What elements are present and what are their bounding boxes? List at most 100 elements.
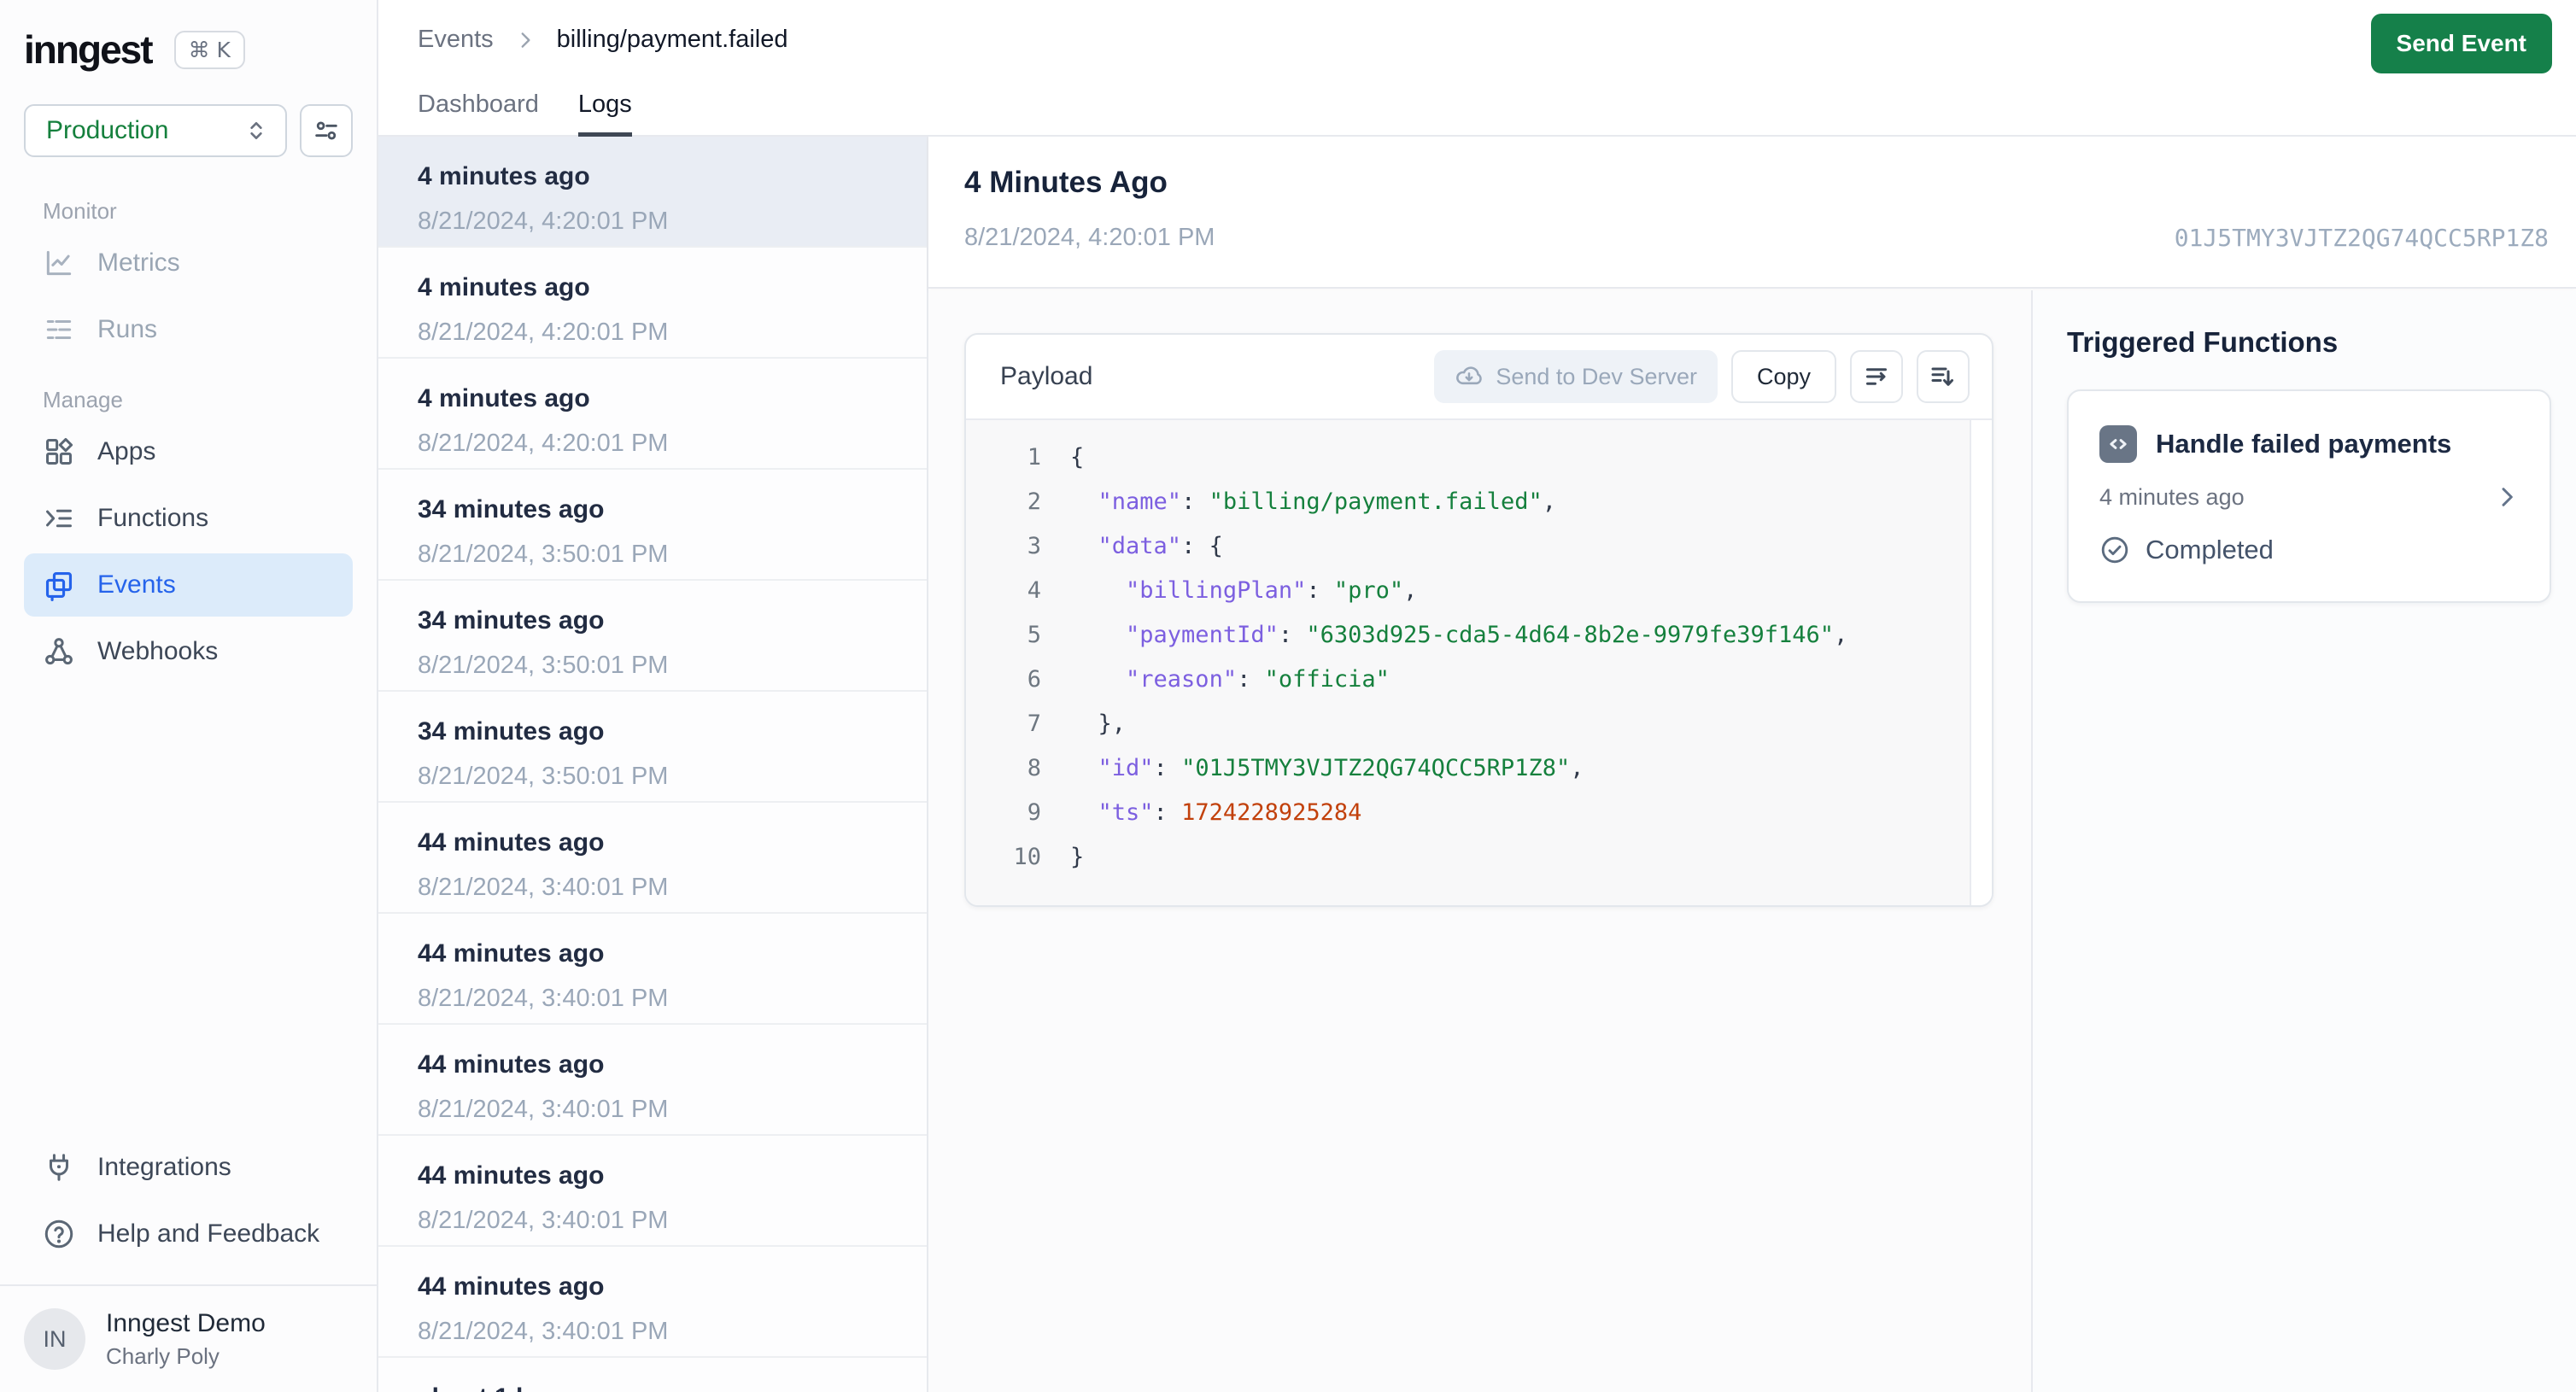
code-line: 3 "data": { [966,524,1992,569]
tab-dashboard[interactable]: Dashboard [418,91,539,137]
sidebar-item-label: Metrics [97,249,180,277]
event-list-item[interactable]: 44 minutes ago 8/21/2024, 3:40:01 PM [378,803,927,914]
sidebar-item-webhooks[interactable]: Webhooks [24,620,353,683]
event-timestamp: 8/21/2024, 3:50:01 PM [418,541,669,568]
line-number: 9 [1027,799,1041,826]
event-list-item[interactable]: 4 minutes ago 8/21/2024, 4:20:01 PM [378,359,927,470]
sidebar-item-label: Help and Feedback [97,1219,320,1248]
event-list-item[interactable]: 44 minutes ago 8/21/2024, 3:40:01 PM [378,1025,927,1136]
chevron-right-icon [514,29,536,51]
sidebar-divider [0,1284,377,1286]
send-event-button[interactable]: Send Event [2370,14,2552,73]
event-list-item[interactable]: 44 minutes ago 8/21/2024, 3:40:01 PM [378,914,927,1025]
sidebar-item-label: Functions [97,504,209,532]
event-list: 4 minutes ago 8/21/2024, 4:20:01 PM 4 mi… [378,137,928,1392]
event-list-item[interactable]: about 1 hour ago [378,1358,927,1392]
copy-button[interactable]: Copy [1730,350,1836,403]
sidebar-item-help[interactable]: Help and Feedback [24,1202,353,1266]
line-number: 5 [1027,622,1041,648]
event-list-item[interactable]: 44 minutes ago 8/21/2024, 3:40:01 PM [378,1247,927,1358]
display-settings-button[interactable] [300,104,353,157]
event-id: 01J5TMY3VJTZ2QG74QCC5RP1Z8 [2174,224,2549,252]
event-timestamp: 8/21/2024, 3:40:01 PM [418,985,669,1012]
event-list-item[interactable]: 44 minutes ago 8/21/2024, 3:40:01 PM [378,1136,927,1247]
environment-label: Production [46,116,169,144]
event-timestamp: 8/21/2024, 3:40:01 PM [418,1096,669,1123]
event-timestamp: 8/21/2024, 4:20:01 PM [418,208,669,235]
code-line: 4 "billingPlan": "pro", [966,569,1992,613]
sidebar-item-functions[interactable]: Functions [24,487,353,550]
chevron-up-down-icon [243,117,270,144]
help-circle-icon [43,1218,75,1250]
code-line: 1{ [966,436,1992,480]
sidebar-item-apps[interactable]: Apps [24,420,353,483]
sidebar-item-metrics[interactable]: Metrics [24,231,353,295]
user-name: Charly Poly [106,1342,220,1369]
event-detail-header: 4 Minutes Ago 8/21/2024, 4:20:01 PM 01J5… [928,137,2576,289]
chevron-right-icon [2493,483,2520,511]
event-timestamp: 8/21/2024, 4:20:01 PM [418,430,669,457]
line-number: 10 [1013,844,1041,870]
lines-arrow-down-icon [1928,361,1958,392]
event-timestamp: 8/21/2024, 3:50:01 PM [418,652,669,679]
event-list-item[interactable]: 34 minutes ago 8/21/2024, 3:50:01 PM [378,692,927,803]
sidebar-item-label: Integrations [97,1153,231,1181]
sidebar-item-runs[interactable]: Runs [24,298,353,361]
event-relative-time: 4 minutes ago [418,384,590,412]
code-scrollbar[interactable] [1970,420,1992,905]
tab-logs[interactable]: Logs [577,91,632,137]
logo-row: inngest ⌘ K [24,22,353,77]
payload-column: Payload Send to Dev Server Copy 1 {2 "n… [928,290,2031,1392]
send-to-dev-server-button[interactable]: Send to Dev Server [1434,350,1718,403]
event-list-item[interactable]: 4 minutes ago 8/21/2024, 4:20:01 PM [378,248,927,359]
tabs: Dashboard Logs [418,91,632,137]
sidebar-nav: Monitor Metrics Runs Manage Apps Functio [24,173,353,687]
event-list-item[interactable]: 34 minutes ago 8/21/2024, 3:50:01 PM [378,470,927,581]
sidebar-item-label: Apps [97,437,156,465]
scroll-to-bottom-button[interactable] [1917,350,1970,403]
sidebar-item-events[interactable]: Events [24,553,353,617]
sidebar: inngest ⌘ K Production Monitor Metrics R… [0,0,378,1392]
payload-actions: Send to Dev Server Copy [1434,350,1970,403]
event-timestamp: 8/21/2024, 3:40:01 PM [418,1318,669,1345]
sliders-icon [312,116,341,145]
breadcrumb: Events billing/payment.failed [418,26,788,54]
inngest-logo[interactable]: inngest [24,26,154,73]
event-relative-time: 44 minutes ago [418,1161,605,1190]
wrap-text-button[interactable] [1850,350,1903,403]
webhook-icon [43,635,75,668]
sidebar-item-label: Events [97,570,176,599]
event-relative-time: 4 minutes ago [418,162,590,190]
user-menu[interactable]: IN Inngest Demo Charly Poly [24,1308,353,1370]
environment-select[interactable]: Production [24,104,287,157]
breadcrumb-events-link[interactable]: Events [418,26,494,54]
command-k-shortcut[interactable]: ⌘ K [173,30,245,69]
sidebar-item-label: Runs [97,315,158,343]
line-number: 3 [1027,533,1041,559]
send-to-dev-server-label: Send to Dev Server [1496,363,1697,389]
line-number: 1 [1027,444,1041,471]
event-relative-time: 34 minutes ago [418,495,605,523]
event-timestamp: 8/21/2024, 3:50:01 PM [418,763,669,790]
payload-title: Payload [1000,362,1093,390]
wrap-text-icon [1861,361,1892,392]
event-timestamp: 8/21/2024, 3:40:01 PM [418,874,669,901]
line-number: 7 [1027,711,1041,737]
event-list-item[interactable]: 34 minutes ago 8/21/2024, 3:50:01 PM [378,581,927,692]
event-list-item[interactable]: 4 minutes ago 8/21/2024, 4:20:01 PM [378,137,927,248]
breadcrumb-current: billing/payment.failed [556,26,788,53]
event-detail-title: 4 Minutes Ago [964,166,1168,199]
function-status: Completed [2146,535,2274,564]
code-line: 8 "id": "01J5TMY3VJTZ2QG74QCC5RP1Z8", [966,746,1992,791]
event-relative-time: 4 minutes ago [418,273,590,301]
plug-icon [43,1151,75,1184]
code-line: 2 "name": "billing/payment.failed", [966,480,1992,524]
sidebar-item-integrations[interactable]: Integrations [24,1136,353,1199]
triggered-functions-heading: Triggered Functions [2067,326,2339,358]
line-number: 4 [1027,577,1041,604]
cloud-download-icon [1455,362,1484,391]
line-number: 8 [1027,755,1041,781]
functions-list-icon [43,502,75,535]
triggered-function-card[interactable]: Handle failed payments 4 minutes ago Com… [2067,389,2551,603]
payload-card: Payload Send to Dev Server Copy 1 {2 "n… [964,333,1993,907]
